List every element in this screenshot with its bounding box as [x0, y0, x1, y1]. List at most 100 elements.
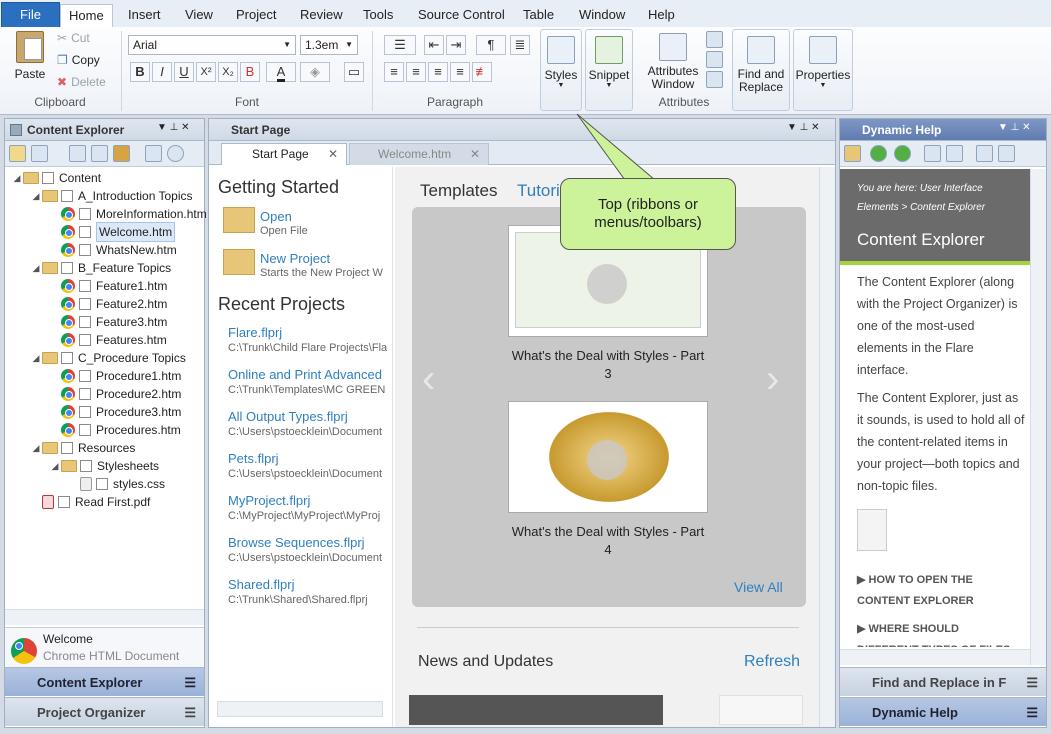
recent-project-item[interactable]: Browse Sequences.flprj C:\Users\pstoeckle…: [228, 535, 388, 564]
tab-window[interactable]: Window: [571, 4, 633, 28]
news-image[interactable]: [719, 695, 803, 725]
underline-button[interactable]: U: [174, 62, 194, 82]
nav-tab-find-replace[interactable]: Find and Replace in F ☰: [840, 667, 1046, 696]
snippet-button[interactable]: Snippet ▼: [585, 29, 633, 111]
checkbox[interactable]: [61, 190, 73, 202]
tree-item[interactable]: Read First.pdf: [30, 493, 150, 511]
align-center-button[interactable]: ≡: [406, 62, 426, 82]
expand-icon[interactable]: ◢: [30, 439, 42, 457]
highlight-button[interactable]: ◈: [300, 62, 330, 82]
tab-source-control[interactable]: Source Control: [410, 4, 513, 28]
tab-review[interactable]: Review: [292, 4, 351, 28]
project-name[interactable]: MyProject.flprj: [228, 493, 388, 508]
tab-view[interactable]: View: [177, 4, 221, 28]
checkbox[interactable]: [79, 316, 91, 328]
condition-icon[interactable]: [706, 71, 723, 88]
horizontal-scrollbar[interactable]: [217, 701, 383, 717]
file-menu[interactable]: File: [1, 2, 60, 28]
clear-paragraph-button[interactable]: ≢: [472, 62, 492, 82]
tab-insert[interactable]: Insert: [120, 4, 169, 28]
forward-icon[interactable]: [894, 145, 911, 162]
project-name[interactable]: Pets.flprj: [228, 451, 388, 466]
templates-tab[interactable]: Templates: [420, 181, 497, 201]
tree-item[interactable]: ◢ A_Introduction Topics: [30, 187, 193, 205]
font-family-select[interactable]: Arial ▼: [128, 35, 296, 55]
expand-icon[interactable]: ◢: [11, 169, 23, 187]
vertical-scrollbar[interactable]: [819, 167, 835, 727]
checkbox[interactable]: [79, 226, 91, 238]
checkbox[interactable]: [79, 298, 91, 310]
delete-button[interactable]: ✖ Delete: [57, 75, 106, 89]
tab-home[interactable]: Home: [60, 4, 113, 29]
recent-project-item[interactable]: All Output Types.flprj C:\Users\pstoeckle…: [228, 409, 388, 438]
screenshot-thumbnail[interactable]: [857, 509, 887, 551]
vertical-scrollbar[interactable]: [1030, 169, 1046, 665]
new-project-link[interactable]: New Project: [260, 251, 330, 266]
refresh-icon[interactable]: [167, 145, 184, 162]
refresh-link[interactable]: Refresh: [744, 653, 800, 671]
tutorials-tab[interactable]: Tutori: [517, 181, 560, 201]
tab-table[interactable]: Table: [515, 4, 562, 28]
show-blocks-button[interactable]: ≣: [510, 35, 530, 55]
video-title-1[interactable]: What's the Deal with Styles - Part 3: [508, 347, 708, 383]
home-icon[interactable]: [924, 145, 941, 162]
pin-icon[interactable]: ▼ ⊥ ✕: [787, 122, 820, 133]
tree-item[interactable]: ◢ C_Procedure Topics: [30, 349, 186, 367]
checkbox[interactable]: [61, 262, 73, 274]
expand-icon[interactable]: ◢: [30, 259, 42, 277]
lock-icon[interactable]: [844, 145, 861, 162]
index-icon[interactable]: [998, 145, 1015, 162]
increase-indent-button[interactable]: ⇥: [446, 35, 466, 55]
checkbox[interactable]: [42, 172, 54, 184]
nav-tab-dynamic-help[interactable]: Dynamic Help ☰: [840, 697, 1046, 726]
recent-project-item[interactable]: Flare.flprj C:\Trunk\Child Flare Projects…: [228, 325, 388, 354]
view-icon[interactable]: [31, 145, 48, 162]
tree-item[interactable]: Procedure3.htm: [49, 403, 181, 421]
project-name[interactable]: Shared.flprj: [228, 577, 388, 592]
checkbox[interactable]: [79, 370, 91, 382]
italic-button[interactable]: I: [152, 62, 172, 82]
font-options-button[interactable]: ▭: [344, 62, 364, 82]
tab-tools[interactable]: Tools: [355, 4, 401, 28]
tree-item[interactable]: ◢ Stylesheets: [49, 457, 160, 475]
tab-project[interactable]: Project: [228, 4, 284, 28]
tree-item[interactable]: Welcome.htm: [49, 222, 176, 242]
checkbox[interactable]: [80, 460, 92, 472]
checkbox[interactable]: [79, 388, 91, 400]
checkbox[interactable]: [79, 424, 91, 436]
horizontal-scrollbar[interactable]: [5, 609, 204, 625]
close-icon[interactable]: ✕: [328, 144, 338, 164]
copy-item-icon[interactable]: [91, 145, 108, 162]
pin-icon[interactable]: ▼ ⊥ ✕: [157, 122, 190, 133]
checkbox[interactable]: [58, 496, 70, 508]
tree-item[interactable]: Feature2.htm: [49, 295, 167, 313]
help-link-2[interactable]: ▶ WHERE SHOULD DIFFERENT TYPES OF FILES: [857, 619, 1017, 647]
chevron-right-icon[interactable]: ›: [766, 357, 779, 402]
superscript-button[interactable]: X²: [196, 62, 216, 82]
tree-item[interactable]: styles.css: [68, 475, 165, 493]
checkbox[interactable]: [61, 442, 73, 454]
tab-start-page[interactable]: Start Page ✕: [221, 143, 347, 165]
expand-icon[interactable]: ◢: [30, 187, 42, 205]
decrease-indent-button[interactable]: ⇤: [424, 35, 444, 55]
tree-item[interactable]: Procedures.htm: [49, 421, 181, 439]
grid-icon[interactable]: [113, 145, 130, 162]
checkbox[interactable]: [61, 352, 73, 364]
project-name[interactable]: Browse Sequences.flprj: [228, 535, 388, 550]
settings-icon[interactable]: [145, 145, 162, 162]
tree-item[interactable]: Procedure2.htm: [49, 385, 181, 403]
nav-tab-content-explorer[interactable]: Content Explorer ☰: [5, 667, 204, 696]
tab-help[interactable]: Help: [640, 4, 683, 28]
paragraph-style-button[interactable]: ¶: [476, 35, 506, 55]
recent-project-item[interactable]: Shared.flprj C:\Trunk\Shared\Shared.flprj: [228, 577, 388, 606]
project-name[interactable]: Flare.flprj: [228, 325, 388, 340]
tag-icon[interactable]: [706, 31, 723, 48]
font-size-select[interactable]: 1.3em ▼: [300, 35, 358, 55]
paste-button[interactable]: Paste: [12, 31, 48, 81]
tree-item[interactable]: Procedure1.htm: [49, 367, 181, 385]
open-link[interactable]: Open: [260, 209, 292, 224]
checkbox[interactable]: [79, 244, 91, 256]
toc-icon[interactable]: [976, 145, 993, 162]
checkbox[interactable]: [79, 208, 91, 220]
globe-icon[interactable]: [706, 51, 723, 68]
